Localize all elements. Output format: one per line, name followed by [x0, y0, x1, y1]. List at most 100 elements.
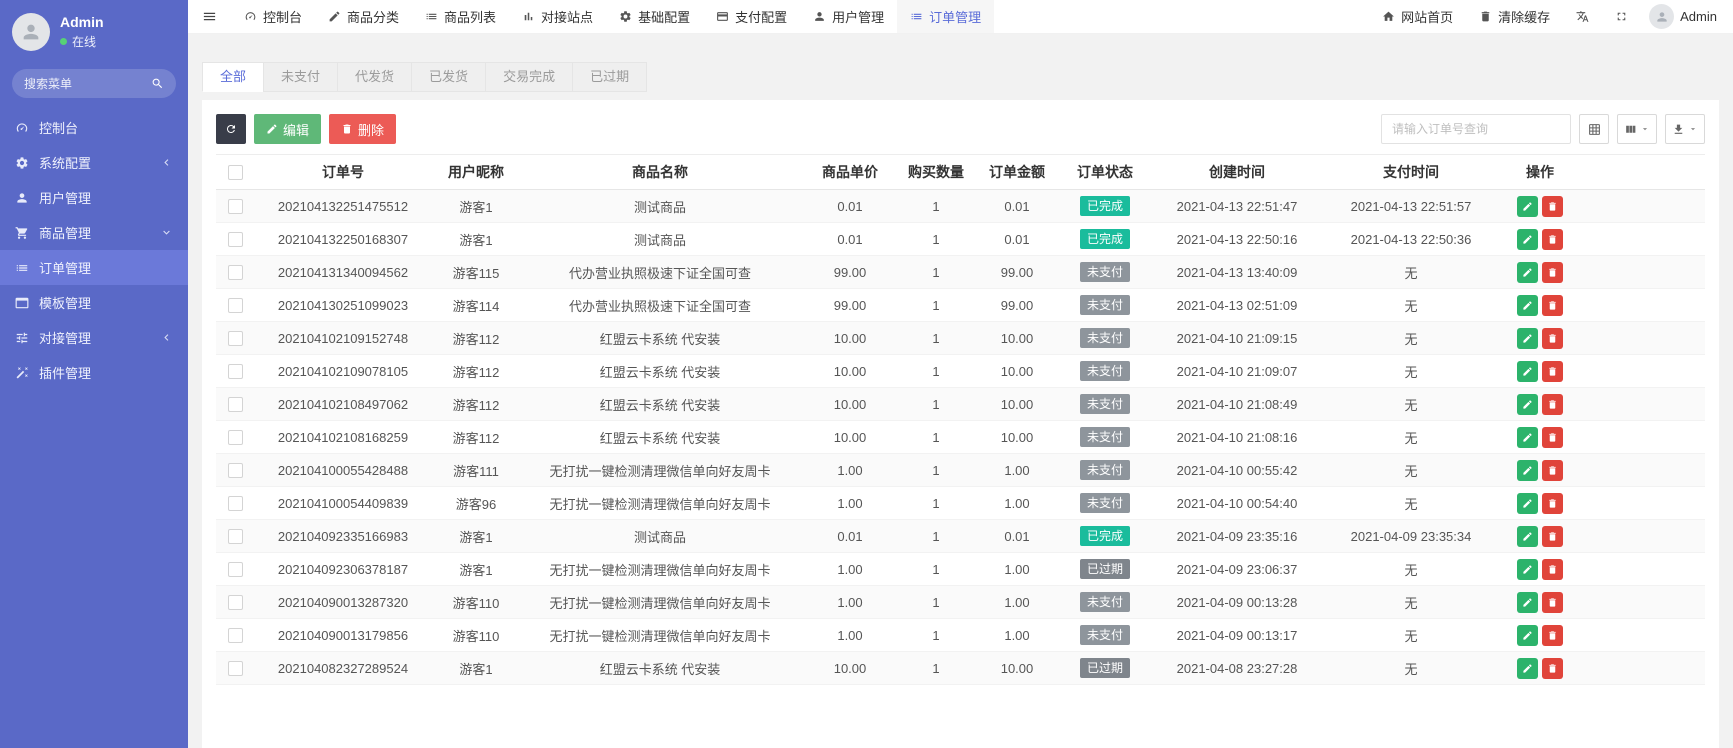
row-delete-button[interactable]	[1542, 558, 1563, 580]
gear-icon	[15, 156, 29, 170]
row-delete-button[interactable]	[1542, 195, 1563, 217]
sidebar-item-product-management[interactable]: 商品管理	[0, 215, 188, 250]
row-delete-button[interactable]	[1542, 327, 1563, 349]
row-checkbox[interactable]	[227, 496, 243, 512]
search-icon[interactable]	[151, 77, 164, 90]
topbar-avatar[interactable]	[1649, 4, 1675, 29]
row-checkbox[interactable]	[227, 199, 243, 215]
tab-to-ship[interactable]: 代发货	[337, 62, 413, 92]
sidebar-item-label: 商品管理	[39, 226, 92, 241]
sidebar-item-console[interactable]: 控制台	[0, 110, 188, 145]
tab-completed[interactable]: 交易完成	[485, 62, 574, 92]
tab-unpaid[interactable]: 未支付	[263, 62, 339, 92]
row-edit-button[interactable]	[1517, 426, 1538, 448]
row-edit-button[interactable]	[1517, 393, 1538, 415]
row-delete-button[interactable]	[1542, 591, 1563, 613]
topbar-clear-cache[interactable]: 清除缓存	[1466, 0, 1563, 33]
topbar-username[interactable]: Admin	[1680, 9, 1733, 24]
table-view-button[interactable]	[1579, 114, 1609, 144]
nav-item-console[interactable]: 控制台	[231, 0, 315, 33]
row-delete-button[interactable]	[1542, 525, 1563, 547]
nav-item-product-list[interactable]: 商品列表	[412, 0, 509, 33]
select-all-checkbox[interactable]	[227, 165, 243, 181]
sidebar-item-user-management[interactable]: 用户管理	[0, 180, 188, 215]
row-delete-button[interactable]	[1542, 228, 1563, 250]
row-checkbox[interactable]	[227, 595, 243, 611]
sidebar: Admin 在线 控制台系统配置用户管理商品管理订单管理模板管理对接管理插件管理	[0, 0, 188, 748]
row-edit-button[interactable]	[1517, 591, 1538, 613]
row-checkbox[interactable]	[227, 562, 243, 578]
row-delete-button[interactable]	[1542, 261, 1563, 283]
row-checkbox[interactable]	[227, 331, 243, 347]
row-edit-button[interactable]	[1517, 459, 1538, 481]
row-delete-button[interactable]	[1542, 294, 1563, 316]
order-no: 202104102108168259	[254, 420, 432, 454]
row-delete-button[interactable]	[1542, 492, 1563, 514]
delete-button[interactable]: 删除	[329, 114, 397, 144]
nav-item-payment-config[interactable]: 支付配置	[703, 0, 800, 33]
sidebar-item-template-management[interactable]: 模板管理	[0, 285, 188, 320]
table-row: 202104092306378187 游客1 无打扰一键检测清理微信单向好友周卡 1.…	[216, 552, 1705, 586]
product-name: 红盟云卡系统 代安装	[520, 387, 800, 421]
topbar-fullscreen[interactable]	[1602, 0, 1641, 33]
avatar[interactable]	[12, 13, 50, 51]
row-checkbox[interactable]	[227, 364, 243, 380]
sidebar-item-system-config[interactable]: 系统配置	[0, 145, 188, 180]
row-delete-button[interactable]	[1542, 459, 1563, 481]
refresh-button[interactable]	[216, 114, 246, 144]
row-edit-button[interactable]	[1517, 360, 1538, 382]
sidebar-item-plugin-management[interactable]: 插件管理	[0, 355, 188, 390]
topbar-right: 网站首页 清除缓存 Admin	[1369, 0, 1733, 33]
columns-button[interactable]	[1617, 114, 1657, 144]
dashboard-icon	[15, 121, 29, 135]
menu-search-input[interactable]	[24, 76, 145, 91]
row-edit-button[interactable]	[1517, 327, 1538, 349]
edit-icon	[1522, 597, 1533, 608]
row-checkbox[interactable]	[227, 463, 243, 479]
row-delete-button[interactable]	[1542, 393, 1563, 415]
row-delete-button[interactable]	[1542, 360, 1563, 382]
sidebar-item-integration-management[interactable]: 对接管理	[0, 320, 188, 355]
tab-shipped[interactable]: 已发货	[411, 62, 487, 92]
row-checkbox[interactable]	[227, 397, 243, 413]
status-badge: 已过期	[1079, 559, 1130, 579]
export-button[interactable]	[1665, 114, 1705, 144]
row-delete-button[interactable]	[1542, 426, 1563, 448]
row-delete-button[interactable]	[1542, 657, 1563, 679]
row-checkbox[interactable]	[227, 265, 243, 281]
filler-cell	[1584, 321, 1705, 355]
nav-item-product-category[interactable]: 商品分类	[315, 0, 412, 33]
edit-button[interactable]: 编辑	[254, 114, 322, 144]
row-edit-button[interactable]	[1517, 657, 1538, 679]
product-name: 无打扰一键检测清理微信单向好友周卡	[520, 585, 800, 619]
tab-expired[interactable]: 已过期	[572, 62, 648, 92]
row-edit-button[interactable]	[1517, 294, 1538, 316]
row-delete-button[interactable]	[1542, 624, 1563, 646]
row-edit-button[interactable]	[1517, 525, 1538, 547]
row-checkbox[interactable]	[227, 232, 243, 248]
row-edit-button[interactable]	[1517, 558, 1538, 580]
nav-item-label: 基础配置	[638, 10, 691, 25]
row-edit-button[interactable]	[1517, 492, 1538, 514]
row-edit-button[interactable]	[1517, 228, 1538, 250]
row-edit-button[interactable]	[1517, 261, 1538, 283]
download-icon	[1672, 123, 1685, 136]
row-checkbox[interactable]	[227, 628, 243, 644]
row-edit-button[interactable]	[1517, 195, 1538, 217]
nav-item-integration-sites[interactable]: 对接站点	[509, 0, 606, 33]
sidebar-item-order-management[interactable]: 订单管理	[0, 250, 188, 285]
row-edit-button[interactable]	[1517, 624, 1538, 646]
order-search-input[interactable]	[1381, 114, 1571, 144]
topbar-site-home[interactable]: 网站首页	[1369, 0, 1466, 33]
nav-item-user-management[interactable]: 用户管理	[800, 0, 897, 33]
tab-all[interactable]: 全部	[202, 62, 265, 92]
row-checkbox[interactable]	[227, 298, 243, 314]
row-checkbox[interactable]	[227, 430, 243, 446]
online-dot	[60, 38, 67, 45]
row-checkbox[interactable]	[227, 661, 243, 677]
nav-item-basic-config[interactable]: 基础配置	[606, 0, 703, 33]
nav-item-order-management[interactable]: 订单管理	[897, 0, 995, 33]
topbar-translate[interactable]	[1563, 0, 1602, 33]
sidebar-toggle[interactable]	[188, 0, 231, 33]
row-checkbox[interactable]	[227, 529, 243, 545]
